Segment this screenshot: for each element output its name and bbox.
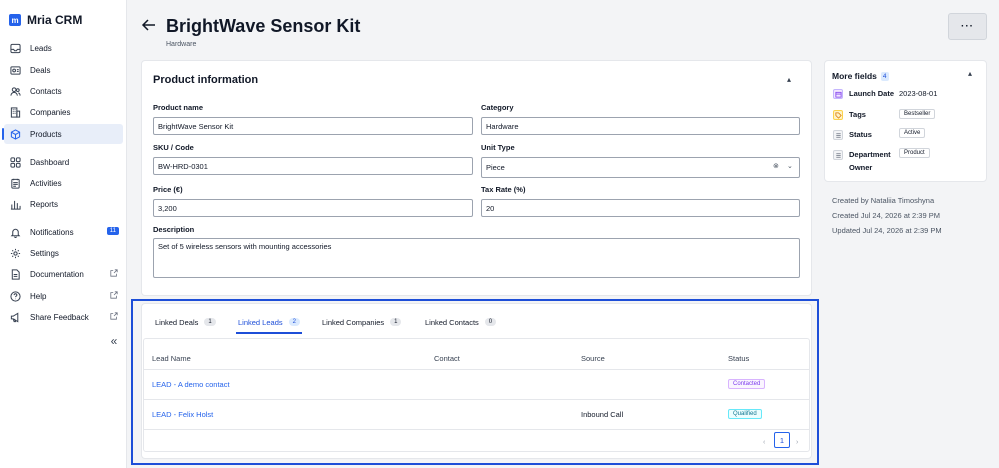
department-owner-chip[interactable]: Product — [899, 148, 930, 158]
field-launch-date: Launch Date — [833, 89, 894, 99]
status-chip[interactable]: Active — [899, 128, 926, 138]
sidebar-item-leads[interactable]: Leads — [4, 38, 123, 58]
sidebar-item-label: Help — [30, 291, 47, 301]
contacts-icon — [9, 85, 21, 97]
chevron-up-icon[interactable]: ▴ — [968, 69, 972, 78]
sidebar-item-label: Activities — [30, 178, 62, 188]
external-link-icon — [110, 312, 118, 322]
list-icon — [833, 130, 843, 140]
bar-chart-icon — [9, 198, 21, 210]
sidebar-item-label: Dashboard — [30, 157, 70, 167]
dashboard-icon — [9, 156, 21, 168]
chevron-down-icon[interactable]: ⌄ — [787, 162, 793, 170]
collapse-sidebar-button[interactable]: « — [108, 334, 120, 348]
sidebar-item-label: Contacts — [30, 86, 62, 96]
sidebar-item-label: Products — [30, 129, 62, 139]
launch-date-value: 2023-08-01 — [899, 89, 938, 98]
more-fields-count-badge: 4 — [880, 71, 889, 81]
sidebar-item-label: Leads — [30, 43, 52, 53]
unit-type-label: Unit Type — [481, 143, 515, 152]
field-status: Status — [833, 130, 872, 140]
box-icon — [9, 128, 21, 140]
linked-section-highlight — [131, 299, 819, 465]
created-date-text: Created Jul 24, 2026 at 2:39 PM — [832, 211, 940, 220]
page-title: BrightWave Sensor Kit — [166, 16, 361, 36]
sidebar-item-settings[interactable]: Settings — [4, 243, 123, 263]
field-label: Department — [849, 150, 891, 159]
notifications-count-badge: 11 — [106, 227, 119, 235]
category-input[interactable] — [481, 117, 800, 135]
field-label: Status — [849, 130, 872, 139]
sidebar: m Mria CRM Leads Deals Contacts Companie… — [0, 0, 127, 468]
external-link-icon — [110, 269, 118, 279]
external-link-icon — [110, 291, 118, 301]
brand-logo-icon: m — [9, 14, 21, 26]
brand[interactable]: m Mria CRM — [9, 13, 82, 27]
field-label: Tags — [849, 110, 866, 119]
sidebar-item-label: Companies — [30, 107, 71, 117]
price-label: Price (€) — [153, 185, 183, 194]
sku-input[interactable] — [153, 157, 473, 175]
document-icon — [9, 268, 21, 280]
description-textarea[interactable]: Set of 5 wireless sensors with mounting … — [153, 238, 800, 278]
bell-icon — [9, 226, 21, 238]
field-label: Launch Date — [849, 89, 895, 98]
updated-date-text: Updated Jul 24, 2026 at 2:39 PM — [832, 226, 942, 235]
description-label: Description — [153, 225, 195, 234]
product-name-input[interactable] — [153, 117, 473, 135]
tax-rate-label: Tax Rate (%) — [481, 185, 526, 194]
sidebar-item-documentation[interactable]: Documentation — [4, 264, 123, 284]
more-fields-title: More fields 4 — [832, 71, 889, 81]
created-by-text: Created by Nataliia Timoshyna — [832, 196, 935, 205]
megaphone-icon — [9, 311, 21, 323]
page-subtitle: Hardware — [166, 41, 197, 48]
product-name-label: Product name — [153, 103, 204, 112]
deals-icon — [9, 64, 21, 76]
sidebar-item-label: Documentation — [30, 269, 84, 279]
clear-selection-icon[interactable]: ⊗ — [773, 162, 779, 170]
unit-type-select[interactable]: Piece — [481, 157, 800, 178]
sidebar-item-dashboard[interactable]: Dashboard — [4, 152, 123, 172]
sidebar-item-companies[interactable]: Companies — [4, 102, 123, 122]
sidebar-item-products[interactable]: Products — [2, 124, 123, 144]
tag-chip[interactable]: Bestseller — [899, 109, 936, 119]
help-icon — [9, 290, 21, 302]
more-fields-title-text: More fields — [832, 71, 877, 81]
field-department-owner: Department Owner — [833, 150, 891, 172]
field-label: Owner — [849, 163, 873, 172]
building-icon — [9, 106, 21, 118]
sidebar-item-label: Notifications — [30, 227, 74, 237]
unit-type-value: Piece — [486, 163, 505, 172]
sidebar-item-label: Share Feedback — [30, 312, 89, 322]
inbox-icon — [9, 42, 21, 54]
app-name: Mria CRM — [27, 13, 83, 27]
sidebar-item-notifications[interactable]: Notifications 11 — [4, 222, 123, 242]
calendar-icon — [833, 89, 843, 99]
sidebar-item-label: Reports — [30, 199, 59, 209]
back-arrow-icon[interactable] — [141, 17, 157, 33]
sidebar-item-label: Settings — [30, 248, 59, 258]
category-label: Category — [481, 103, 514, 112]
sidebar-item-label: Deals — [30, 65, 51, 75]
more-options-button[interactable]: ··· — [948, 13, 987, 40]
gear-icon — [9, 247, 21, 259]
sidebar-item-help[interactable]: Help — [4, 286, 123, 306]
sidebar-item-share-feedback[interactable]: Share Feedback — [4, 307, 123, 327]
sidebar-item-reports[interactable]: Reports — [4, 194, 123, 214]
chevron-up-icon[interactable]: ▴ — [787, 75, 791, 84]
list-icon — [833, 150, 843, 160]
activities-icon — [9, 177, 21, 189]
sidebar-item-contacts[interactable]: Contacts — [4, 81, 123, 101]
section-title: Product information — [153, 74, 259, 86]
price-input[interactable] — [153, 199, 473, 217]
sidebar-item-deals[interactable]: Deals — [4, 60, 123, 80]
tag-icon — [833, 110, 843, 120]
field-tags: Tags — [833, 110, 866, 120]
sku-label: SKU / Code — [153, 143, 194, 152]
sidebar-item-activities[interactable]: Activities — [4, 173, 123, 193]
tax-rate-input[interactable] — [481, 199, 800, 217]
